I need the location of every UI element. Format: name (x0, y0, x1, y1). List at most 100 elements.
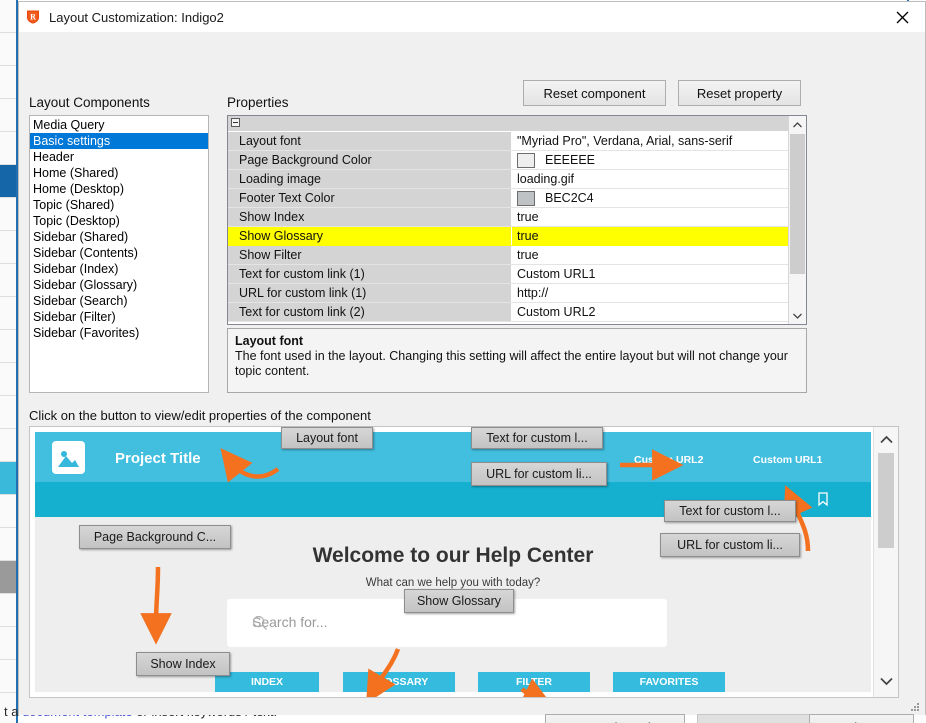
properties-rows: Layout font "Myriad Pro", Verdana, Arial… (228, 132, 806, 322)
scrollbar-thumb[interactable] (790, 134, 805, 274)
close-icon[interactable] (880, 2, 925, 32)
property-value[interactable]: BEC2C4 (512, 189, 806, 207)
layout-customization-dialog: R Layout Customization: Indigo2 Reset co… (18, 1, 926, 723)
property-value[interactable]: Custom URL1 (512, 265, 806, 283)
color-swatch[interactable] (517, 190, 535, 206)
property-name: Show Filter (228, 246, 512, 264)
property-value[interactable]: "Myriad Pro", Verdana, Arial, sans-serif (512, 132, 806, 150)
preview-logo-placeholder-icon (52, 441, 85, 474)
list-item[interactable]: Home (Desktop) (30, 181, 208, 197)
preview-custom-url-2[interactable]: Custom URL2 (634, 454, 703, 466)
preview-custom-url-1[interactable]: Custom URL1 (753, 454, 822, 466)
list-item-selected[interactable]: Basic settings (30, 133, 208, 149)
property-value[interactable]: Custom URL2 (512, 303, 806, 321)
list-item[interactable]: Sidebar (Favorites) (30, 325, 208, 341)
property-name: Loading image (228, 170, 512, 188)
properties-label: Properties (227, 95, 289, 110)
property-row-page-background-color[interactable]: Page Background Color EEEEEE (228, 151, 806, 170)
property-description-panel: Layout font The font used in the layout.… (227, 328, 807, 393)
property-name: Text for custom link (1) (228, 265, 512, 283)
list-item[interactable]: Sidebar (Filter) (30, 309, 208, 325)
reset-property-button[interactable]: Reset property (678, 80, 801, 106)
list-item[interactable]: Topic (Desktop) (30, 213, 208, 229)
list-item[interactable]: Sidebar (Contents) (30, 245, 208, 261)
property-row-url-custom-link-1[interactable]: URL for custom link (1) http:// (228, 284, 806, 303)
list-item[interactable]: Topic (Shared) (30, 197, 208, 213)
list-item[interactable]: Sidebar (Shared) (30, 229, 208, 245)
property-row-show-index[interactable]: Show Index true (228, 208, 806, 227)
scroll-down-icon[interactable] (789, 307, 806, 324)
property-name: Show Index (228, 208, 512, 226)
property-name: Page Background Color (228, 151, 512, 169)
property-value[interactable]: true (512, 246, 806, 264)
list-item[interactable]: Media Query (30, 117, 208, 133)
property-row-text-custom-link-1[interactable]: Text for custom link (1) Custom URL1 (228, 265, 806, 284)
reset-component-button[interactable]: Reset component (523, 80, 666, 106)
preview-tab-glossary[interactable]: GLOSSARY (343, 672, 455, 692)
svg-text:R: R (30, 13, 36, 22)
property-name: Text for custom link (2) (228, 303, 512, 321)
preview-welcome-subtext: What can we help you with today? (365, 577, 541, 589)
property-name: Layout font (228, 132, 512, 150)
property-row-layout-font[interactable]: Layout font "Myriad Pro", Verdana, Arial… (228, 132, 806, 151)
preview-tab-favorites[interactable]: FAVORITES (613, 672, 725, 692)
property-row-text-custom-link-2[interactable]: Text for custom link (2) Custom URL2 (228, 303, 806, 322)
background-left-rows (0, 0, 16, 723)
property-value[interactable]: http:// (512, 284, 806, 302)
collapse-icon[interactable] (231, 118, 240, 127)
bookmark-icon[interactable] (816, 491, 830, 507)
description-title: Layout font (235, 334, 304, 348)
property-row-loading-image[interactable]: Loading image loading.gif (228, 170, 806, 189)
preview-scroll-up-icon[interactable] (874, 427, 898, 451)
property-value-text: EEEEEE (545, 153, 596, 167)
list-item[interactable]: Home (Shared) (30, 165, 208, 181)
property-name: Footer Text Color (228, 189, 512, 207)
property-value-text: "Myriad Pro", Verdana, Arial, sans-serif (517, 134, 733, 148)
list-item[interactable]: Header (30, 149, 208, 165)
preview-tab-filter[interactable]: FILTER (478, 672, 590, 692)
callout-layout-font[interactable]: Layout font (281, 427, 373, 449)
callout-show-index[interactable]: Show Index (136, 652, 230, 676)
callout-show-glossary[interactable]: Show Glossary (404, 589, 514, 613)
list-item[interactable]: Sidebar (Glossary) (30, 277, 208, 293)
close-button[interactable]: Close (809, 714, 914, 723)
property-value-text: BEC2C4 (545, 191, 594, 205)
robohelp-shield-icon: R (25, 9, 41, 25)
component-hint-text: Click on the button to view/edit propert… (29, 408, 371, 423)
property-value[interactable]: EEEEEE (512, 151, 806, 169)
preview-tab-index[interactable]: INDEX (215, 672, 319, 692)
callout-url-custom-link-2[interactable]: URL for custom li... (660, 533, 800, 557)
callout-page-background-color[interactable]: Page Background C... (79, 525, 231, 549)
dialog-title: Layout Customization: Indigo2 (49, 9, 224, 25)
property-value[interactable]: true (512, 227, 806, 245)
preview-scroll-down-icon[interactable] (874, 669, 898, 693)
properties-category-row[interactable] (228, 116, 806, 132)
property-row-show-glossary[interactable]: Show Glossary true (228, 227, 806, 246)
scroll-up-icon[interactable] (789, 116, 806, 133)
callout-url-custom-link-1[interactable]: URL for custom li... (471, 462, 607, 486)
list-item[interactable]: Sidebar (Search) (30, 293, 208, 309)
properties-grid[interactable]: Layout font "Myriad Pro", Verdana, Arial… (227, 115, 807, 325)
property-row-footer-text-color[interactable]: Footer Text Color BEC2C4 (228, 189, 806, 208)
dialog-body: Reset component Reset property Layout Co… (19, 32, 925, 723)
property-value[interactable]: true (512, 208, 806, 226)
description-body: The font used in the layout. Changing th… (235, 349, 788, 378)
property-name: Show Glossary (228, 227, 512, 245)
resize-grip-icon[interactable] (909, 700, 921, 712)
search-icon[interactable] (252, 615, 268, 631)
layout-components-label: Layout Components (29, 95, 150, 110)
dialog-titlebar: R Layout Customization: Indigo2 (19, 2, 925, 32)
callout-text-custom-link-2[interactable]: Text for custom l... (664, 500, 796, 522)
property-name: URL for custom link (1) (228, 284, 512, 302)
property-value[interactable]: loading.gif (512, 170, 806, 188)
preview-scrollbar-thumb[interactable] (878, 453, 894, 548)
color-swatch[interactable] (517, 152, 535, 168)
list-item[interactable]: Sidebar (Index) (30, 261, 208, 277)
property-row-show-filter[interactable]: Show Filter true (228, 246, 806, 265)
layout-components-list[interactable]: Media Query Basic settings Header Home (… (29, 115, 209, 393)
properties-scrollbar[interactable] (788, 116, 806, 324)
preview-project-title: Project Title (115, 450, 201, 467)
preview-scrollbar[interactable] (873, 427, 898, 697)
callout-text-custom-link-1[interactable]: Text for custom l... (471, 427, 603, 449)
save-and-preview-button[interactable]: Save and Preview (545, 714, 685, 723)
